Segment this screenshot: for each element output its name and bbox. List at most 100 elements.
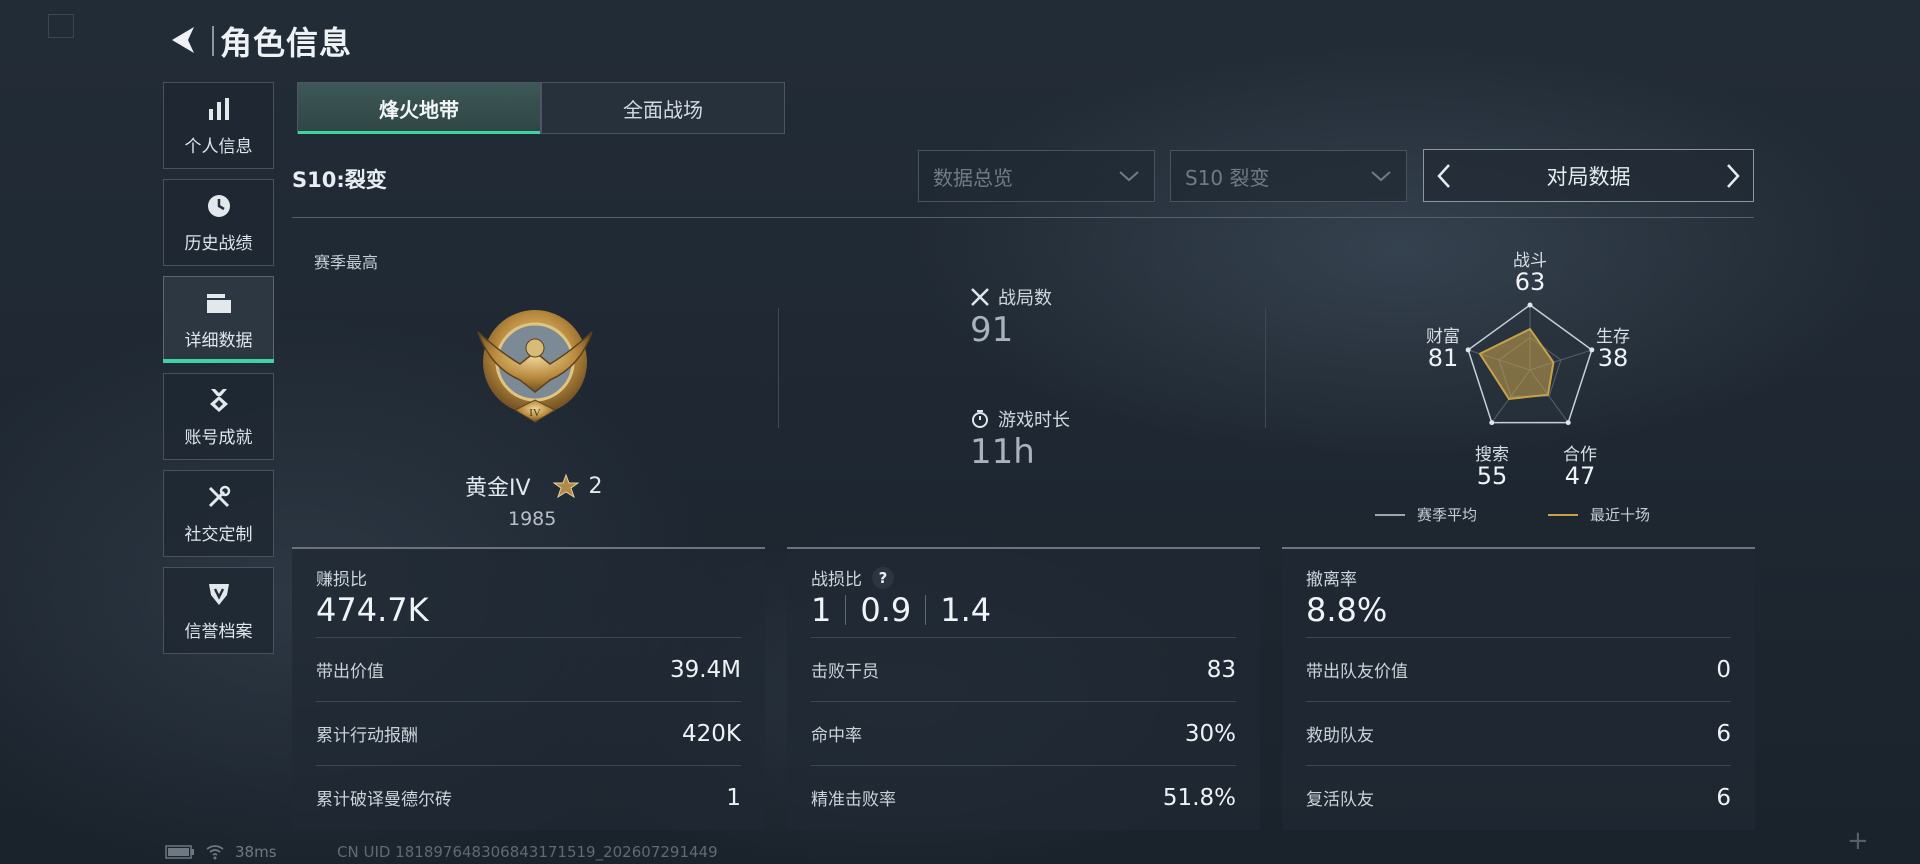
chevron-right-icon[interactable] xyxy=(1723,162,1743,190)
sidebar-item-label: 账号成就 xyxy=(184,428,253,448)
radar-vertex xyxy=(1527,302,1533,308)
back-button[interactable] xyxy=(163,20,203,60)
chevron-down-icon xyxy=(1371,171,1391,182)
combat-title-row: 战损比 ? xyxy=(811,565,894,590)
crossed-swords-icon xyxy=(971,288,989,306)
table-row: 命中率 30% xyxy=(811,701,1236,765)
matches-heading: 战局数 xyxy=(970,284,1052,310)
table-row: 救助队友 6 xyxy=(1306,701,1731,765)
page-title: 角色信息 xyxy=(220,24,353,62)
radar-value-combat: 63 xyxy=(1514,268,1546,296)
combat-ratio-3: 1.4 xyxy=(940,591,992,629)
season-label: S10:裂变 xyxy=(292,168,387,192)
status-bar: 38ms xyxy=(165,843,277,861)
help-icon[interactable]: ? xyxy=(872,566,894,589)
table-row: 带出价值 39.4M xyxy=(316,637,741,701)
column-divider xyxy=(778,308,779,428)
extract-value: 8.8% xyxy=(1306,591,1388,629)
legend-recent-line xyxy=(1548,513,1578,516)
rank-score: 1985 xyxy=(508,508,557,530)
crosshair-icon: + xyxy=(1847,826,1869,856)
radar-value-teamwork: 47 xyxy=(1564,462,1596,490)
medal-icon xyxy=(204,385,234,415)
row-label: 带出价值 xyxy=(316,662,384,682)
playtime-value: 11h xyxy=(970,432,1035,472)
row-label: 精准击败率 xyxy=(811,790,896,810)
row-label: 带出队友价值 xyxy=(1306,662,1408,682)
radar-value-survival: 38 xyxy=(1597,344,1629,372)
sidebar-item-label: 详细数据 xyxy=(184,331,253,351)
legend-season: 赛季平均 xyxy=(1375,504,1477,525)
row-value: 51.8% xyxy=(1162,784,1236,811)
rank-badge-icon: IV xyxy=(470,292,600,432)
season-dropdown[interactable]: S10 裂变 xyxy=(1170,150,1407,202)
sidebar-item-personal-info[interactable]: 个人信息 xyxy=(163,82,274,169)
row-value: 0 xyxy=(1716,656,1731,683)
sidebar-item-detailed-data[interactable]: 详细数据 xyxy=(163,276,274,363)
tab-full-battlefield[interactable]: 全面战场 xyxy=(541,82,785,134)
star-icon xyxy=(552,473,579,499)
ping-value: 38ms xyxy=(235,843,277,861)
matches-value: 91 xyxy=(970,310,1014,350)
wifi-icon xyxy=(206,845,224,860)
row-value: 30% xyxy=(1184,720,1236,747)
table-row: 精准击败率 51.8% xyxy=(811,765,1236,829)
chevron-left-icon[interactable] xyxy=(1434,162,1454,190)
shield-icon xyxy=(204,579,234,609)
season-high-label: 赛季最高 xyxy=(314,253,379,272)
row-label: 累计行动报酬 xyxy=(316,726,418,746)
header-divider xyxy=(212,26,214,56)
playtime-label: 游戏时长 xyxy=(998,410,1070,431)
rank-row: 黄金IV 2 xyxy=(465,470,603,502)
extract-panel: 撤离率 8.8% 带出队友价值 0 救助队友 6 复活队友 6 xyxy=(1282,547,1755,830)
sidebar-item-social[interactable]: 社交定制 xyxy=(163,470,274,557)
matches-label: 战局数 xyxy=(998,288,1052,309)
combat-ratios: 1 0.9 1.4 xyxy=(811,591,991,629)
tab-hazard-zone[interactable]: 烽火地带 xyxy=(297,82,541,134)
tools-icon xyxy=(204,482,234,512)
legend-recent: 最近十场 xyxy=(1548,504,1650,525)
radar-value-search: 55 xyxy=(1476,462,1508,490)
season-dropdown-value: S10 裂变 xyxy=(1185,165,1270,190)
combat-ratio-2: 0.9 xyxy=(860,591,912,629)
table-row: 带出队友价值 0 xyxy=(1306,637,1731,701)
sidebar-item-achievements[interactable]: 账号成就 xyxy=(163,373,274,460)
sidebar-item-credit[interactable]: 信誉档案 xyxy=(163,567,274,654)
playtime-heading: 游戏时长 xyxy=(970,406,1070,432)
legend-season-label: 赛季平均 xyxy=(1417,506,1478,524)
combat-title: 战损比 xyxy=(811,570,862,590)
back-arrow-icon xyxy=(172,27,194,53)
row-value: 39.4M xyxy=(669,656,741,683)
row-label: 救助队友 xyxy=(1306,726,1374,746)
row-label: 命中率 xyxy=(811,726,862,746)
sidebar-item-history[interactable]: 历史战绩 xyxy=(163,179,274,266)
svg-text:IV: IV xyxy=(529,407,541,419)
table-row: 复活队友 6 xyxy=(1306,765,1731,829)
row-label: 累计破译曼德尔砖 xyxy=(316,790,452,810)
radar-chart: 战斗 63 生存 38 合作 47 搜索 55 财富 81 xyxy=(1370,240,1690,530)
sidebar: 个人信息 历史战绩 详细数据 账号成就 社交定制 信誉档案 xyxy=(163,82,275,664)
row-value: 6 xyxy=(1716,720,1731,747)
folder-icon xyxy=(204,288,234,318)
row-value: 420K xyxy=(682,720,741,747)
stopwatch-icon xyxy=(972,410,988,428)
legend-recent-label: 最近十场 xyxy=(1590,506,1651,524)
chevron-down-icon xyxy=(1119,171,1139,182)
radar-value-wealth: 81 xyxy=(1427,344,1459,372)
match-data-label: 对局数据 xyxy=(1546,164,1631,189)
row-label: 复活队友 xyxy=(1306,790,1374,810)
rank-stars: 2 xyxy=(588,473,603,499)
table-row: 累计破译曼德尔砖 1 xyxy=(316,765,741,829)
ratio-separator xyxy=(925,595,927,625)
row-value: 6 xyxy=(1716,784,1731,811)
radar-vertex xyxy=(1489,420,1495,426)
section-divider xyxy=(292,217,1754,218)
extract-title: 撤离率 xyxy=(1306,570,1357,590)
sidebar-item-label: 社交定制 xyxy=(184,525,253,545)
radar-vertex xyxy=(1565,420,1571,426)
profit-value: 474.7K xyxy=(316,591,429,629)
sidebar-item-label: 个人信息 xyxy=(184,137,253,157)
overview-dropdown[interactable]: 数据总览 xyxy=(918,150,1155,202)
battery-icon xyxy=(165,845,194,859)
combat-panel: 战损比 ? 1 0.9 1.4 击败干员 83 命中率 30% 精准击败率 51… xyxy=(787,547,1260,830)
